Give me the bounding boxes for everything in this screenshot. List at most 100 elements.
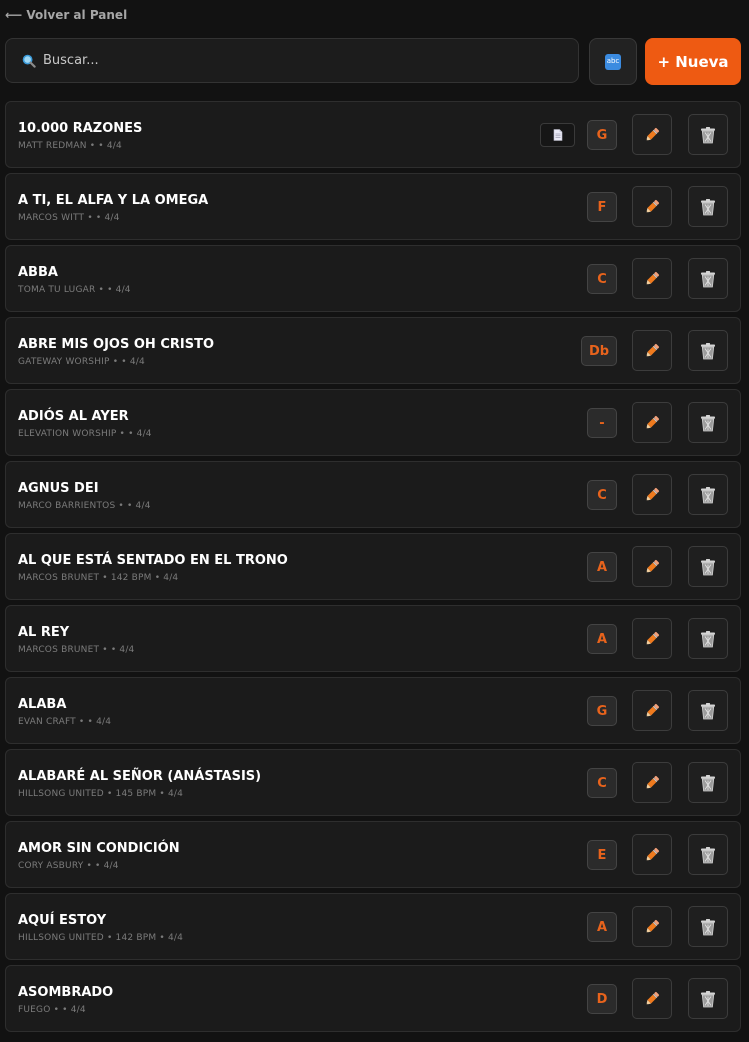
key-badge[interactable]: A — [587, 912, 617, 942]
key-badge[interactable]: G — [587, 120, 617, 150]
pencil-icon — [643, 486, 661, 504]
edit-song-button[interactable] — [632, 114, 672, 155]
pencil-icon — [643, 342, 661, 360]
song-row[interactable]: ALABARÉ AL SEÑOR (ANÁSTASIS) HILLSONG UNI… — [5, 749, 741, 816]
trash-icon — [699, 702, 717, 720]
key-badge[interactable]: A — [587, 552, 617, 582]
delete-song-button[interactable] — [688, 474, 728, 515]
edit-song-button[interactable] — [632, 186, 672, 227]
delete-song-button[interactable] — [688, 114, 728, 155]
song-meta: MARCOS BRUNET • 142 BPM • 4/4 — [18, 573, 179, 583]
key-badge[interactable]: G — [587, 696, 617, 726]
edit-song-button[interactable] — [632, 330, 672, 371]
key-badge[interactable]: A — [587, 624, 617, 654]
song-row[interactable]: ADIÓS AL AYER ELEVATION WORSHIP • • 4/4 - — [5, 389, 741, 456]
pencil-icon — [643, 558, 661, 576]
pencil-icon — [643, 270, 661, 288]
key-badge[interactable]: - — [587, 408, 617, 438]
song-meta: GATEWAY WORSHIP • • 4/4 — [18, 357, 145, 367]
song-row[interactable]: AQUÍ ESTOY HILLSONG UNITED • 142 BPM • 4/… — [5, 893, 741, 960]
key-badge[interactable]: E — [587, 840, 617, 870]
delete-song-button[interactable] — [688, 834, 728, 875]
edit-song-button[interactable] — [632, 762, 672, 803]
pencil-icon — [643, 702, 661, 720]
trash-icon — [699, 630, 717, 648]
trash-icon — [699, 990, 717, 1008]
song-meta: MARCOS WITT • • 4/4 — [18, 213, 120, 223]
document-icon — [553, 126, 563, 145]
song-row[interactable]: AL QUE ESTÁ SENTADO EN EL TRONO MARCOS BR… — [5, 533, 741, 600]
edit-song-button[interactable] — [632, 834, 672, 875]
delete-song-button[interactable] — [688, 978, 728, 1019]
song-row[interactable]: AGNUS DEI MARCO BARRIENTOS • • 4/4 C — [5, 461, 741, 528]
song-title: ASOMBRADO — [18, 985, 114, 1000]
key-badge[interactable]: F — [587, 192, 617, 222]
key-badge[interactable]: D — [587, 984, 617, 1014]
song-row[interactable]: ABRE MIS OJOS OH CRISTO GATEWAY WORSHIP •… — [5, 317, 741, 384]
trash-icon — [699, 198, 717, 216]
key-badge[interactable]: Db — [581, 336, 617, 366]
song-meta: CORY ASBURY • • 4/4 — [18, 861, 119, 871]
delete-song-button[interactable] — [688, 186, 728, 227]
trash-icon — [699, 270, 717, 288]
pencil-icon — [643, 990, 661, 1008]
song-title: AQUÍ ESTOY — [18, 913, 107, 928]
trash-icon — [699, 774, 717, 792]
song-row[interactable]: ASOMBRADO FUEGO • • 4/4 D — [5, 965, 741, 1032]
edit-song-button[interactable] — [632, 618, 672, 659]
song-title: AMOR SIN CONDICIÓN — [18, 841, 180, 856]
back-to-panel-link[interactable]: ⟵ Volver al Panel — [5, 6, 127, 24]
delete-song-button[interactable] — [688, 906, 728, 947]
song-title: A TI, EL ALFA Y LA OMEGA — [18, 193, 209, 208]
song-title: ALABA — [18, 697, 67, 712]
song-row[interactable]: AL REY MARCOS BRUNET • • 4/4 A — [5, 605, 741, 672]
delete-song-button[interactable] — [688, 402, 728, 443]
song-meta: FUEGO • • 4/4 — [18, 1005, 86, 1015]
song-title: ADIÓS AL AYER — [18, 409, 129, 424]
edit-song-button[interactable] — [632, 402, 672, 443]
delete-song-button[interactable] — [688, 618, 728, 659]
song-meta: MARCO BARRIENTOS • • 4/4 — [18, 501, 151, 511]
song-title: AGNUS DEI — [18, 481, 99, 496]
song-row[interactable]: ABBA TOMA TU LUGAR • • 4/4 C — [5, 245, 741, 312]
pencil-icon — [643, 126, 661, 144]
edit-song-button[interactable] — [632, 978, 672, 1019]
edit-song-button[interactable] — [632, 474, 672, 515]
key-badge[interactable]: C — [587, 264, 617, 294]
edit-song-button[interactable] — [632, 258, 672, 299]
key-badge[interactable]: C — [587, 480, 617, 510]
song-title: 10.000 RAZONES — [18, 121, 143, 136]
delete-song-button[interactable] — [688, 762, 728, 803]
trash-icon — [699, 558, 717, 576]
song-meta: EVAN CRAFT • • 4/4 — [18, 717, 112, 727]
trash-icon — [699, 918, 717, 936]
song-meta: HILLSONG UNITED • 145 BPM • 4/4 — [18, 789, 184, 799]
delete-song-button[interactable] — [688, 690, 728, 731]
search-box[interactable] — [5, 38, 579, 83]
abc-icon: abc — [605, 53, 621, 70]
new-song-button[interactable]: + Nueva — [645, 38, 741, 85]
delete-song-button[interactable] — [688, 258, 728, 299]
song-row[interactable]: A TI, EL ALFA Y LA OMEGA MARCOS WITT • • … — [5, 173, 741, 240]
pencil-icon — [643, 198, 661, 216]
song-title: ALABARÉ AL SEÑOR (ANÁSTASIS) — [18, 769, 262, 784]
edit-song-button[interactable] — [632, 546, 672, 587]
alphabetical-sort-button[interactable]: abc — [589, 38, 637, 85]
search-icon — [22, 54, 36, 68]
song-row[interactable]: ALABA EVAN CRAFT • • 4/4 G — [5, 677, 741, 744]
song-row[interactable]: AMOR SIN CONDICIÓN CORY ASBURY • • 4/4 E — [5, 821, 741, 888]
trash-icon — [699, 414, 717, 432]
song-meta: HILLSONG UNITED • 142 BPM • 4/4 — [18, 933, 184, 943]
delete-song-button[interactable] — [688, 546, 728, 587]
pencil-icon — [643, 918, 661, 936]
edit-song-button[interactable] — [632, 906, 672, 947]
song-row[interactable]: 10.000 RAZONES MATT REDMAN • • 4/4 G — [5, 101, 741, 168]
search-input[interactable] — [43, 53, 578, 68]
key-badge[interactable]: C — [587, 768, 617, 798]
edit-song-button[interactable] — [632, 690, 672, 731]
song-meta: ELEVATION WORSHIP • • 4/4 — [18, 429, 152, 439]
document-button[interactable] — [540, 123, 575, 147]
delete-song-button[interactable] — [688, 330, 728, 371]
song-library-page: ⟵ Volver al Panel abc + Nueva 10.000 RAZ… — [0, 0, 749, 1042]
trash-icon — [699, 846, 717, 864]
